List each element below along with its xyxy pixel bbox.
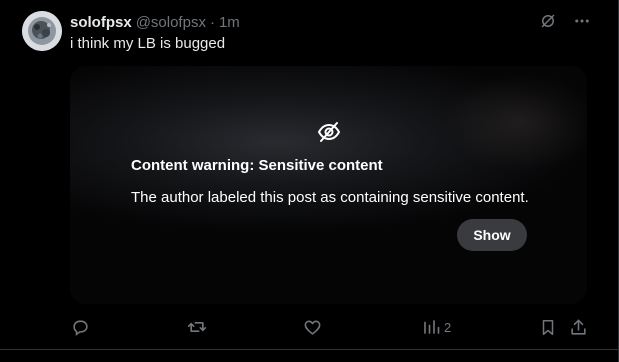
content-warning-body: The author labeled this post as containi… (131, 189, 529, 206)
views-icon (424, 320, 440, 334)
avatar-image (22, 11, 62, 51)
like-button[interactable] (303, 316, 322, 338)
views-button[interactable]: 2 (422, 316, 451, 338)
content-warning-title: Content warning: Sensitive content (131, 157, 383, 174)
share-button[interactable] (569, 316, 588, 338)
reply-button[interactable] (71, 316, 90, 338)
user-handle[interactable]: @solofpsx (136, 14, 206, 31)
post-top-actions (537, 10, 593, 32)
post-time[interactable]: 1m (219, 14, 240, 31)
views-count: 2 (444, 319, 452, 335)
post-text: i think my LB is bugged (70, 35, 226, 52)
meta-separator: · (209, 13, 215, 31)
post[interactable]: solofpsx @solofpsx · 1m i think my LB is… (0, 0, 619, 350)
reply-icon (73, 319, 88, 336)
eye-slash-icon (317, 120, 341, 144)
share-icon (571, 319, 586, 335)
sensitive-media[interactable]: Content warning: Sensitive content The a… (70, 66, 587, 304)
grok-icon[interactable] (537, 10, 559, 32)
bookmark-icon (542, 319, 554, 335)
repost-icon (187, 322, 207, 332)
bookmark-button[interactable] (539, 316, 557, 338)
post-actions: 2 (0, 316, 619, 338)
repost-button[interactable] (187, 316, 207, 338)
display-name[interactable]: solofpsx (70, 14, 132, 31)
more-icon[interactable] (571, 10, 593, 32)
like-icon (304, 320, 321, 335)
show-button[interactable]: Show (457, 219, 527, 251)
post-header: solofpsx @solofpsx · 1m (70, 12, 240, 32)
avatar[interactable] (22, 11, 62, 51)
